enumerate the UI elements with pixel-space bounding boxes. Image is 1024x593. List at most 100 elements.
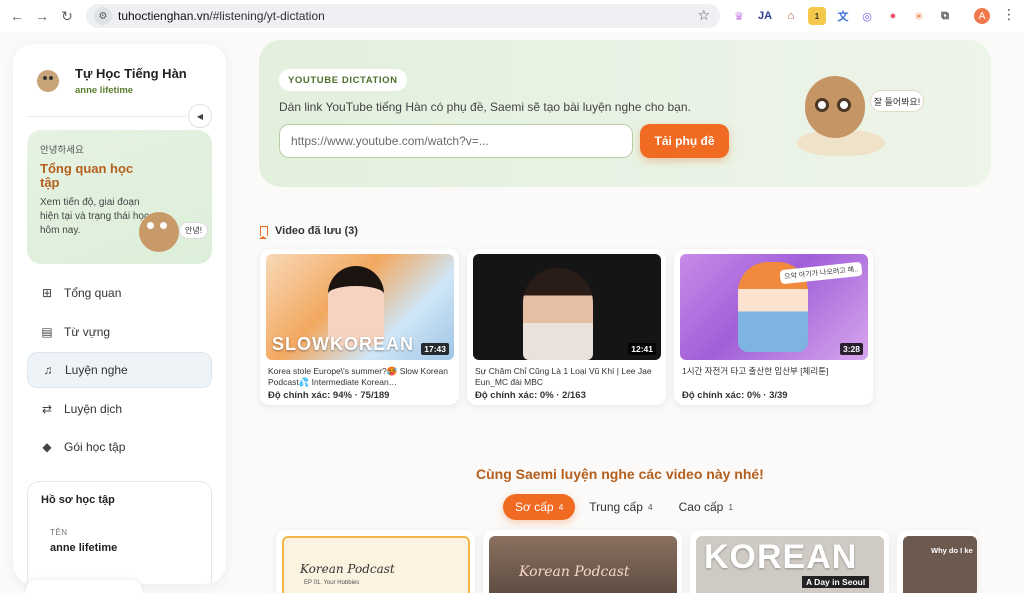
sidebar-item-plans[interactable]: ◆ Gói học tập	[27, 429, 212, 465]
profile-name-value: anne lifetime	[50, 542, 118, 554]
notes-extension-icon[interactable]: 1	[808, 7, 826, 25]
video-thumbnail[interactable]: 12:41	[473, 254, 661, 360]
saved-video-card[interactable]: 으악 아기가 나오려고 해.. 3:28 1시간 자전거 타고 출산한 임산부 …	[674, 249, 873, 405]
saved-videos-header: Video đã lưu (3)	[259, 225, 358, 239]
address-bar[interactable]: ⚙ tuhoctienghan.vn/#listening/yt-dictati…	[86, 4, 720, 28]
youtube-dictation-banner: YOUTUBE DICTATION Dán link YouTube tiếng…	[259, 40, 991, 187]
tab-advanced[interactable]: Cao cấp 1	[667, 494, 745, 520]
video-thumbnail[interactable]: Korean Podcast EP 01. Your Hobbies	[282, 536, 470, 593]
video-duration: 3:28	[839, 343, 863, 355]
mascot-illustration	[797, 70, 887, 160]
collapse-sidebar-button[interactable]: ◀	[188, 104, 212, 128]
sidebar-item-translation[interactable]: ⇄ Luyện dịch	[27, 391, 212, 427]
bookmark-icon	[259, 226, 268, 239]
video-thumbnail[interactable]: Korean Podcast	[489, 536, 677, 593]
tab-count: 4	[558, 502, 564, 512]
recommended-video-card[interactable]: Korean Podcast	[483, 530, 682, 593]
grid-icon: ⊞	[41, 286, 53, 300]
site-settings-icon[interactable]: ⚙	[94, 7, 112, 25]
circle-extension-icon[interactable]: ◎	[858, 7, 876, 25]
sparkle-extension-icon[interactable]: ✳	[910, 7, 928, 25]
saved-video-card[interactable]: SLOWKOREAN 17:43 Korea stole Europe\'s s…	[260, 249, 459, 405]
profile-card-title: Hồ sơ học tập	[41, 494, 115, 506]
browser-toolbar: ← → ↻ ⚙ tuhoctienghan.vn/#listening/yt-d…	[0, 0, 1024, 32]
eye-icon	[837, 98, 851, 112]
brand-subtitle: anne lifetime	[75, 85, 134, 96]
sidebar-item-label: Luyện dịch	[64, 401, 123, 416]
puzzle-extension-icon[interactable]: ⧉	[936, 7, 954, 25]
bird-logo-icon	[37, 70, 59, 92]
tab-intermediate[interactable]: Trung cấp 4	[577, 494, 664, 520]
video-thumbnail[interactable]: KOREAN A Day in Seoul	[696, 536, 884, 593]
youtube-dictation-tag: YOUTUBE DICTATION	[279, 69, 407, 91]
sidebar-item-label: Luyện nghe	[65, 363, 128, 377]
thumbnail-text: KOREAN	[704, 538, 858, 576]
thumbnail-subtext: A Day in Seoul	[802, 576, 870, 588]
video-title: 1시간 자전거 타고 출산한 임산부 [체리툰]	[682, 366, 829, 376]
hero-speech-bubble: 안녕!	[179, 222, 208, 239]
thumbnail-text: Korean Podcast	[300, 562, 395, 576]
learning-profile-card: Hồ sơ học tập TÊN anne lifetime	[27, 481, 212, 584]
thumbnail-text: SLOWKOREAN	[272, 334, 414, 354]
profile-avatar[interactable]: A	[974, 8, 990, 24]
video-thumbnail[interactable]: 으악 아기가 나오려고 해.. 3:28	[680, 254, 868, 360]
bottom-floating-pill[interactable]	[26, 580, 142, 593]
banner-description: Dán link YouTube tiếng Hàn có phụ đề, Sa…	[279, 100, 691, 114]
youtube-url-input[interactable]	[279, 124, 633, 158]
level-tabs: Sơ cấp 4 Trung cấp 4 Cao cấp 1	[503, 494, 747, 520]
recommendations-heading: Cùng Saemi luyện nghe các video này nhé!	[476, 466, 764, 482]
recommended-video-card[interactable]: Korean Podcast EP 01. Your Hobbies	[276, 530, 475, 593]
bookmark-star-icon[interactable]: ☆	[697, 7, 710, 24]
back-icon[interactable]: ←	[6, 5, 28, 27]
tab-label: Trung cấp	[589, 500, 643, 514]
url-text: tuhoctienghan.vn/#listening/yt-dictation	[118, 9, 325, 23]
translate-extension-icon[interactable]: 文	[834, 7, 852, 25]
home-extension-icon[interactable]: ⌂	[782, 7, 800, 25]
record-extension-icon[interactable]: ●	[884, 7, 902, 25]
saved-video-card[interactable]: 12:41 Sự Chăm Chỉ Cũng Là 1 Loại Vũ Khí …	[467, 249, 666, 405]
eye-icon	[815, 98, 829, 112]
reload-icon[interactable]: ↻	[56, 5, 78, 27]
sidebar-item-vocabulary[interactable]: ▤ Từ vựng	[27, 314, 212, 350]
person-image	[523, 268, 593, 360]
menu-dots-icon[interactable]: ⋮	[1002, 6, 1016, 23]
tab-count: 4	[647, 502, 653, 512]
video-duration: 17:43	[421, 343, 449, 355]
fetch-subtitles-button[interactable]: Tải phụ đề	[640, 124, 729, 158]
brand[interactable]: Tự Học Tiếng Hàn anne lifetime	[37, 66, 187, 96]
sidebar-item-label: Từ vựng	[64, 324, 111, 339]
swap-icon: ⇄	[41, 401, 53, 416]
sidebar-menu: ⊞ Tổng quan ▤ Từ vựng ♫ Luyện nghe ⇄ Luy…	[27, 275, 212, 468]
video-thumbnail[interactable]: SLOWKOREAN 17:43	[266, 254, 454, 360]
video-accuracy: Độ chính xác: 0% · 2/163	[475, 390, 586, 401]
video-title: Korea stole Europe\'s summer?🥵 Slow Kore…	[268, 366, 448, 387]
saved-videos-title: Video đã lưu (3)	[275, 225, 358, 237]
bird-mascot-icon	[805, 76, 865, 138]
crown-extension-icon[interactable]: ♛	[730, 7, 748, 25]
divider	[27, 116, 187, 117]
video-duration: 12:41	[628, 343, 656, 355]
hero-description: Xem tiến độ, giai đoạn hiện tại và trạng…	[40, 197, 149, 236]
recommended-video-card[interactable]: KOREAN A Day in Seoul	[690, 530, 889, 593]
thumbnail-text: Why do I ke	[931, 546, 973, 555]
brand-title: Tự Học Tiếng Hàn	[75, 66, 187, 81]
recommended-video-card[interactable]: Why do I ke	[897, 530, 977, 593]
mascot-speech-bubble: 잘 들어봐요!	[870, 90, 924, 112]
video-thumbnail[interactable]: Why do I ke	[903, 536, 977, 593]
sidebar-item-overview[interactable]: ⊞ Tổng quan	[27, 275, 212, 311]
tab-label: Cao cấp	[678, 500, 724, 514]
diamond-icon: ◆	[42, 440, 52, 454]
tab-beginner[interactable]: Sơ cấp 4	[503, 494, 576, 520]
video-accuracy: Độ chính xác: 94% · 75/189	[268, 390, 390, 401]
tab-label: Sơ cấp	[515, 500, 554, 514]
sidebar-item-label: Tổng quan	[64, 286, 122, 300]
ja-extension-icon[interactable]: JA	[756, 7, 774, 25]
forward-icon[interactable]: →	[31, 5, 53, 27]
sidebar-item-label: Gói học tập	[64, 440, 126, 454]
thumbnail-text: Korean Podcast	[519, 564, 630, 580]
hero-greeting: 안녕하세요	[40, 145, 84, 156]
sidebar-item-listening[interactable]: ♫ Luyện nghe	[27, 352, 212, 388]
profile-name-label: TÊN	[50, 528, 68, 537]
overview-hero-card[interactable]: 안녕하세요 Tổng quan học tập Xem tiến độ, gia…	[27, 130, 212, 264]
video-title: Sự Chăm Chỉ Cũng Là 1 Loại Vũ Khí | Lee …	[475, 366, 652, 387]
